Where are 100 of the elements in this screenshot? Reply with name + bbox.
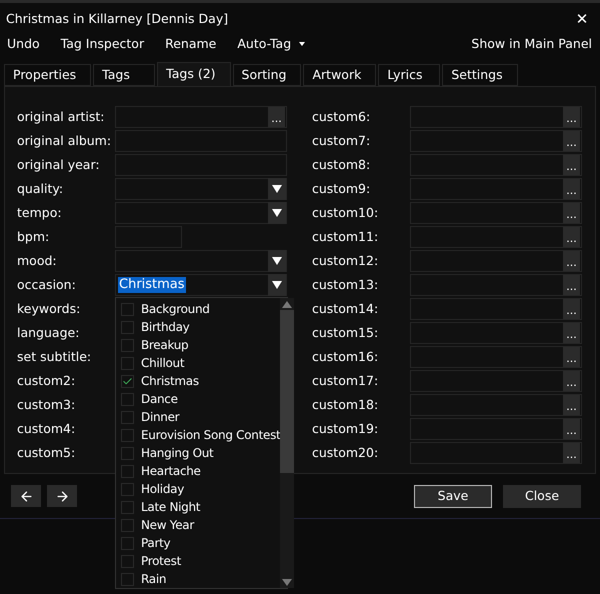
checkbox[interactable] <box>121 500 134 514</box>
list-item[interactable]: Dance <box>121 390 280 408</box>
list-item[interactable]: Hanging Out <box>121 444 280 462</box>
tab[interactable]: Sorting <box>232 64 302 86</box>
browse-button[interactable]: ... <box>563 299 580 319</box>
list-item[interactable]: New Year <box>121 516 280 534</box>
combo-box[interactable]: Christmas <box>115 274 287 296</box>
field-label: custom4: <box>17 420 76 438</box>
input-field[interactable]: ... <box>115 106 287 128</box>
show-in-main-panel-button[interactable]: Show in Main Panel <box>471 34 592 54</box>
browse-button[interactable]: ... <box>268 107 285 127</box>
field-label: custom7: <box>312 132 372 150</box>
checkbox[interactable] <box>121 338 134 352</box>
browse-button[interactable]: ... <box>563 203 580 223</box>
checkbox[interactable] <box>121 356 134 370</box>
input-field[interactable]: ... <box>410 442 582 464</box>
list-item[interactable]: Party <box>121 534 280 552</box>
dialog-button[interactable]: Save <box>414 484 492 508</box>
field-label: occasion: <box>17 276 77 294</box>
browse-button[interactable]: ... <box>563 251 580 271</box>
input-field[interactable]: ... <box>410 298 582 320</box>
menu-button[interactable]: Auto-Tag <box>237 34 306 54</box>
tab[interactable]: Properties <box>4 64 92 86</box>
field-label: original artist: <box>17 108 106 126</box>
checkbox[interactable] <box>121 410 134 424</box>
input-field[interactable]: ... <box>410 346 582 368</box>
toolbar-button[interactable]: Undo <box>7 34 40 54</box>
input-field[interactable]: ... <box>410 202 582 224</box>
input-field[interactable]: ... <box>410 418 582 440</box>
field-label: custom12: <box>312 252 380 270</box>
browse-button[interactable]: ... <box>563 107 580 127</box>
input-field[interactable]: ... <box>410 250 582 272</box>
checkbox[interactable] <box>121 446 134 460</box>
field-label: custom13: <box>312 276 380 294</box>
combo-value: Christmas <box>118 277 186 293</box>
browse-button[interactable]: ... <box>563 227 580 247</box>
tab[interactable]: Lyrics <box>378 64 440 86</box>
checkbox[interactable] <box>121 428 134 442</box>
browse-button[interactable]: ... <box>563 179 580 199</box>
scroll-thumb[interactable] <box>280 310 294 473</box>
field-label: tempo: <box>17 204 63 222</box>
tab[interactable]: Tags <box>93 64 156 86</box>
list-item[interactable]: Holiday <box>121 480 280 498</box>
input-field[interactable]: ... <box>410 154 582 176</box>
scroll-down-icon[interactable] <box>281 576 294 588</box>
browse-button[interactable]: ... <box>563 323 580 343</box>
list-item[interactable]: Background <box>121 300 280 318</box>
input-field[interactable]: ... <box>410 274 582 296</box>
toolbar-button[interactable]: Tag Inspector <box>60 34 144 54</box>
list-item[interactable]: Birthday <box>121 318 280 336</box>
checkbox[interactable] <box>121 320 134 334</box>
browse-button[interactable]: ... <box>563 275 580 295</box>
checkbox[interactable] <box>121 536 134 550</box>
checkbox[interactable] <box>121 374 134 388</box>
list-item[interactable]: Heartache <box>121 462 280 480</box>
input-field[interactable]: ... <box>410 226 582 248</box>
dialog-button[interactable]: Close <box>503 484 581 508</box>
tab[interactable]: Settings <box>442 64 518 86</box>
checkbox[interactable] <box>121 482 134 496</box>
list-item[interactable]: Christmas <box>121 372 280 390</box>
input-field[interactable]: ... <box>410 106 582 128</box>
checkbox[interactable] <box>121 302 134 316</box>
toolbar-button[interactable]: Rename <box>165 34 216 54</box>
checkbox[interactable] <box>121 554 134 568</box>
input-field[interactable]: ... <box>410 394 582 416</box>
check-icon <box>122 376 133 386</box>
list-item[interactable]: Dinner <box>121 408 280 426</box>
list-item[interactable]: Eurovision Song Contest <box>121 426 280 444</box>
list-item[interactable]: Late Night <box>121 498 280 516</box>
input-field[interactable]: ... <box>410 178 582 200</box>
scrollbar[interactable] <box>280 298 294 588</box>
tab[interactable]: Artwork <box>303 64 376 86</box>
browse-button[interactable]: ... <box>563 347 580 367</box>
field-label: custom9: <box>312 180 372 198</box>
tab[interactable]: Tags (2) <box>157 62 231 86</box>
field-label: custom5: <box>17 444 76 462</box>
browse-button[interactable]: ... <box>563 419 580 439</box>
checkbox[interactable] <box>121 464 134 478</box>
close-button[interactable]: ✕ <box>572 8 592 31</box>
browse-button[interactable]: ... <box>563 371 580 391</box>
forward-button[interactable] <box>47 485 77 507</box>
list-item[interactable]: Breakup <box>121 336 280 354</box>
browse-button[interactable]: ... <box>563 443 580 463</box>
input-field[interactable]: ... <box>410 130 582 152</box>
browse-button[interactable]: ... <box>563 155 580 175</box>
field-label: custom3: <box>17 396 76 414</box>
back-button[interactable] <box>11 485 41 507</box>
checkbox[interactable] <box>121 392 134 406</box>
browse-button[interactable]: ... <box>563 131 580 151</box>
list-item[interactable]: Rain <box>121 570 280 588</box>
list-item[interactable]: Chillout <box>121 354 280 372</box>
input-field[interactable]: ... <box>410 370 582 392</box>
checkbox[interactable] <box>121 518 134 532</box>
browse-button[interactable]: ... <box>563 395 580 415</box>
input-field[interactable]: ... <box>410 322 582 344</box>
list-item[interactable]: Protest <box>121 552 280 570</box>
caret-icon <box>299 42 306 46</box>
field-label: custom17: <box>312 372 380 390</box>
checkbox[interactable] <box>121 572 134 586</box>
field-label: original year: <box>17 156 101 174</box>
